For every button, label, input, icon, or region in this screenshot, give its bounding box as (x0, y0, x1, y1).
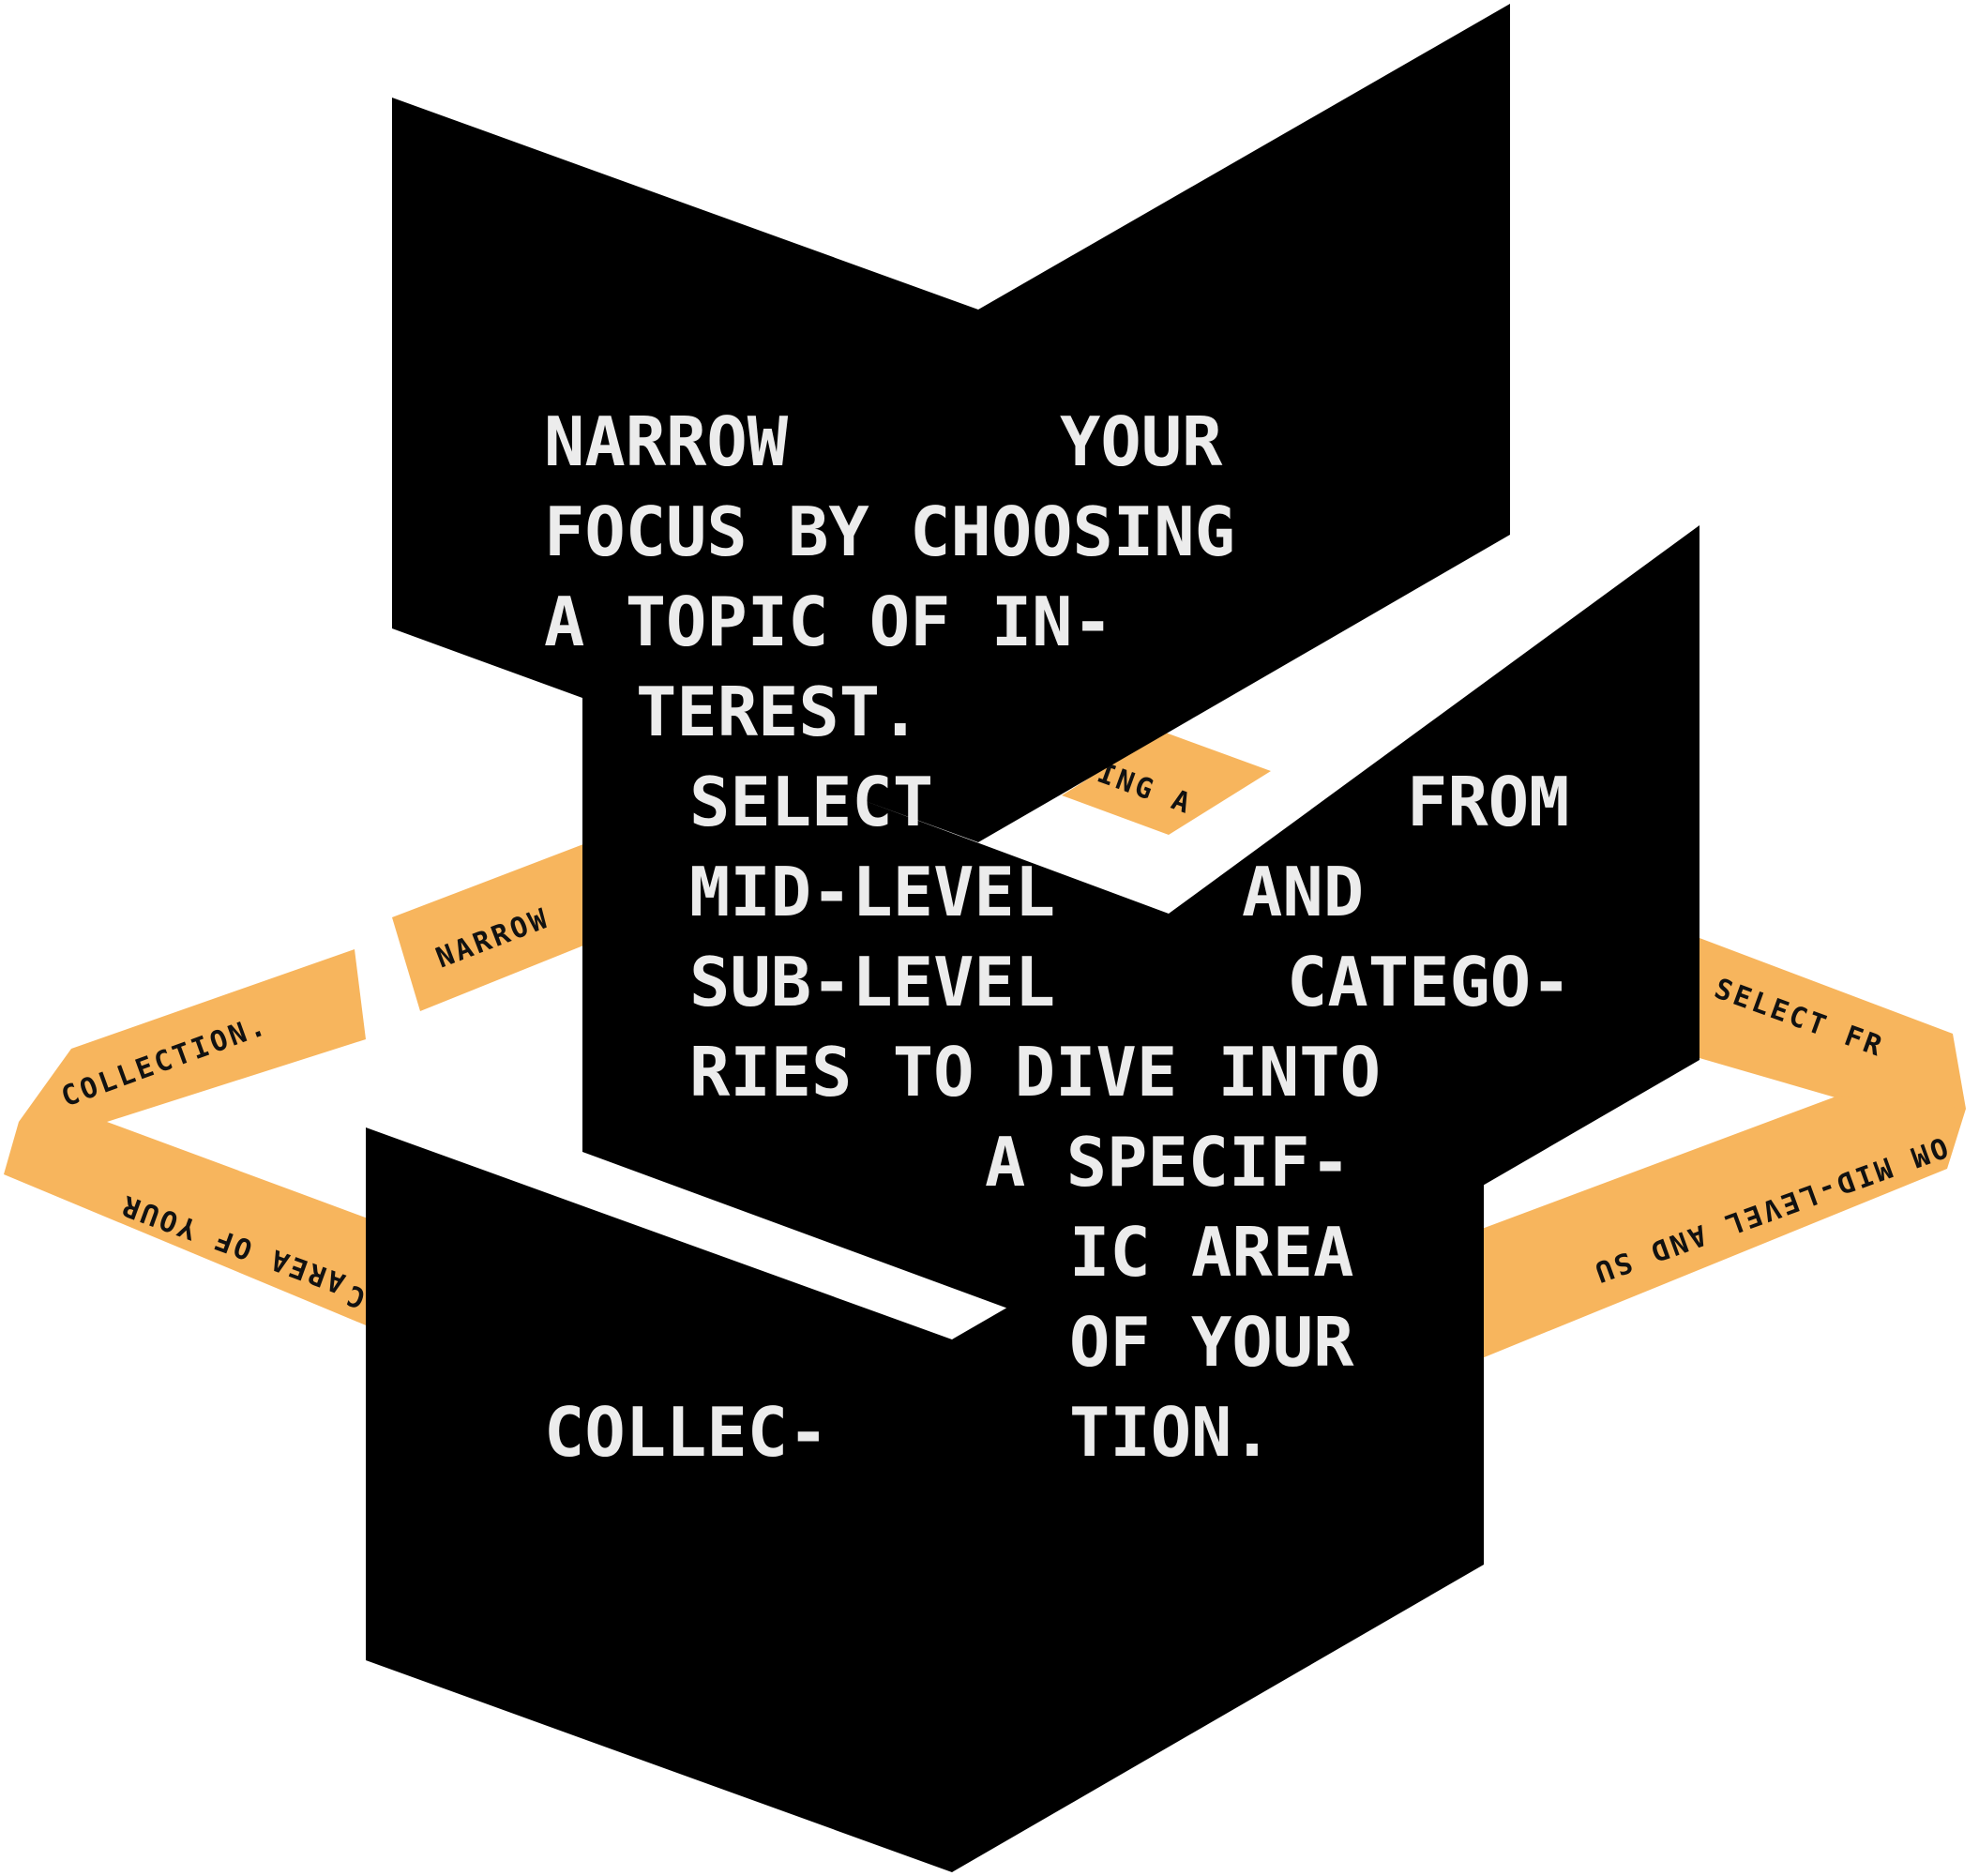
main-line-10: IC AREA (1069, 1213, 1353, 1292)
main-line-9: A SPECIF- (985, 1123, 1351, 1202)
main-line-7b: CATEGO- (1287, 943, 1571, 1021)
main-line-7a: SUB-LEVEL (689, 943, 1055, 1021)
main-line-6b: AND (1242, 853, 1364, 931)
main-line-11: OF YOUR (1069, 1303, 1354, 1382)
main-line-4: TEREST. (636, 673, 920, 751)
main-line-12b: TION. (1069, 1393, 1273, 1472)
main-line-8: RIES TO DIVE INTO (689, 1033, 1381, 1112)
main-line-12a: COLLEC- (544, 1393, 828, 1472)
main-line-2: FOCUS BY CHOOSING (544, 492, 1235, 571)
main-line-3: A TOPIC OF IN- (544, 582, 1113, 661)
main-line-5a: SELECT (689, 763, 933, 841)
main-line-5b: FROM (1407, 763, 1569, 841)
topic-illustration: NARROW ING A COLLECTION. AREA OF YOUR C … (4, 4, 1966, 1872)
main-line-6a: MID-LEVEL (689, 853, 1055, 931)
main-line-1a: NARROW (544, 402, 789, 481)
main-line-1b: YOUR (1060, 402, 1223, 481)
